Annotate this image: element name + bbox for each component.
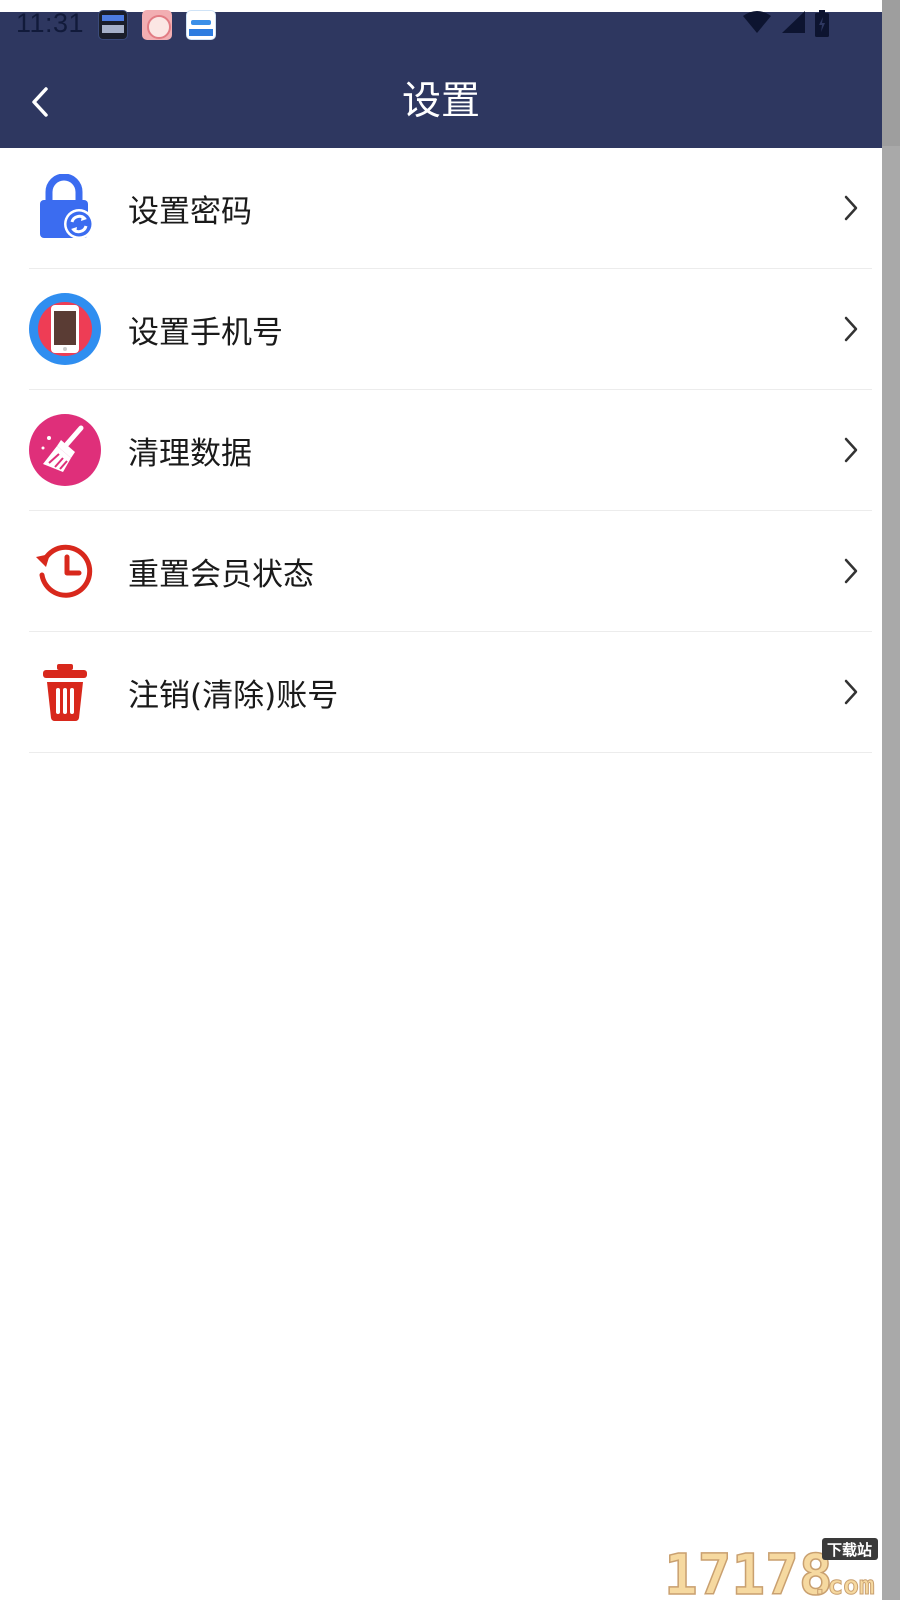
settings-item-label: 注销(清除)账号	[128, 677, 339, 714]
chevron-right-icon	[836, 435, 866, 465]
settings-item-label: 重置会员状态	[128, 556, 314, 593]
settings-item-label: 设置密码	[128, 193, 252, 230]
site-watermark-logo: 17178 .com 下载站	[662, 1534, 882, 1600]
lock-refresh-icon	[29, 172, 101, 244]
screen-edge-top	[882, 0, 900, 146]
clock-widget-notification-icon	[98, 10, 128, 40]
screen-edge	[882, 0, 900, 1600]
chevron-right-icon	[836, 193, 866, 223]
status-time: 11:31	[16, 8, 85, 38]
app-notification-icon	[186, 10, 216, 40]
broom-icon	[29, 414, 101, 486]
app-header: 11:31 设置	[0, 8, 882, 148]
chevron-right-icon	[836, 677, 866, 707]
watermark-tag: 下载站	[827, 1541, 872, 1559]
settings-item-clear-data[interactable]: 清理数据	[29, 390, 872, 511]
baby-app-notification-icon	[142, 10, 172, 40]
settings-item-label: 清理数据	[128, 435, 252, 472]
settings-item-set-password[interactable]: 设置密码	[29, 148, 872, 269]
settings-item-set-phone[interactable]: 设置手机号	[29, 269, 872, 390]
status-bar: 11:31	[0, 8, 882, 42]
watermark-main: 17178	[664, 1543, 833, 1600]
chevron-right-icon	[836, 556, 866, 586]
settings-item-label: 设置手机号	[128, 314, 283, 351]
page-title: 设置	[401, 79, 480, 124]
trash-icon	[29, 656, 101, 728]
settings-item-delete-account[interactable]: 注销(清除)账号	[29, 632, 872, 753]
watermark-suffix: .com	[812, 1571, 875, 1600]
battery-icon	[815, 10, 829, 37]
settings-list: 设置密码 设置手机号 清理数据 重置会员状态 注销(清除)账号	[29, 148, 872, 753]
status-icons	[742, 10, 830, 38]
phone-icon	[29, 293, 101, 365]
wifi-icon	[743, 11, 771, 33]
settings-item-reset-membership[interactable]: 重置会员状态	[29, 511, 872, 632]
history-clock-icon	[29, 535, 101, 607]
chevron-right-icon	[836, 314, 866, 344]
cell-signal-icon	[782, 11, 805, 33]
